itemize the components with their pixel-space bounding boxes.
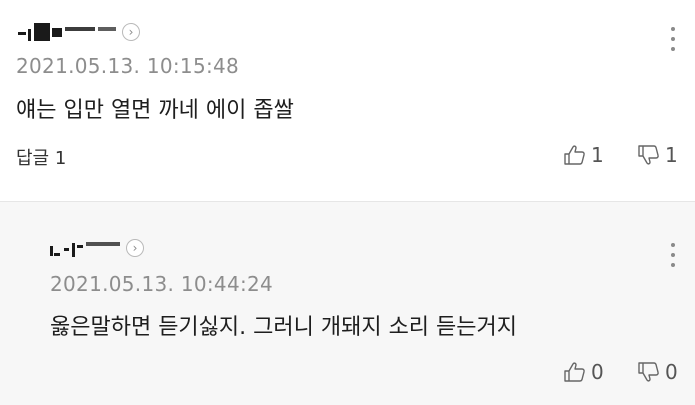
chevron-right-icon[interactable]: ›	[126, 239, 144, 257]
like-count: 0	[591, 360, 604, 384]
comment-text: 옳은말하면 듣기싫지. 그러니 개돼지 소리 듣는거지	[50, 315, 518, 340]
timestamp: 2021.05.13. 10:44:24	[50, 272, 274, 296]
thumbs-up-icon	[564, 362, 585, 382]
thumbs-down-icon	[638, 362, 659, 382]
blurred-nickname[interactable]	[50, 236, 120, 260]
dislike-count: 0	[665, 360, 678, 384]
like-button[interactable]: 0	[563, 360, 604, 384]
dislike-button[interactable]: 0	[637, 360, 678, 384]
author-row: ›	[50, 236, 144, 260]
reply-section: › 2021.05.13. 10:44:24 옳은말하면 듣기싫지. 그러니 개…	[0, 0, 695, 405]
more-vertical-icon[interactable]	[669, 243, 677, 267]
